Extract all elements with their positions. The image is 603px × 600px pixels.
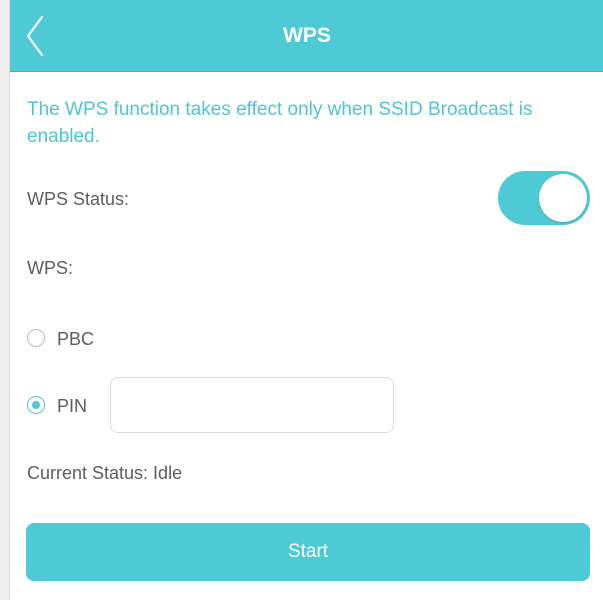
wps-status-label: WPS Status: <box>27 189 130 209</box>
header-bar: WPS <box>10 0 603 72</box>
radio-pin-circle[interactable] <box>27 396 45 414</box>
wps-notice: The WPS function takes effect only when … <box>27 99 533 147</box>
app-frame: WPS The WPS function takes effect only w… <box>0 0 603 600</box>
page-title: WPS <box>283 24 331 47</box>
current-status: Current Status: Idle <box>27 463 183 483</box>
back-button[interactable] <box>20 14 60 58</box>
chevron-left-icon <box>26 15 44 57</box>
pin-input[interactable] <box>110 377 394 433</box>
wps-screen: WPS The WPS function takes effect only w… <box>9 0 603 600</box>
wps-status-toggle[interactable] <box>498 171 590 225</box>
start-button[interactable]: Start <box>26 523 590 581</box>
wps-label: WPS: <box>27 258 74 278</box>
radio-pbc-label: PBC <box>57 329 95 349</box>
left-edge <box>0 0 9 600</box>
radio-pbc-circle[interactable] <box>27 329 45 347</box>
radio-pin-dot <box>31 400 40 409</box>
toggle-knob <box>539 174 587 222</box>
radio-pin-label: PIN <box>57 396 88 416</box>
